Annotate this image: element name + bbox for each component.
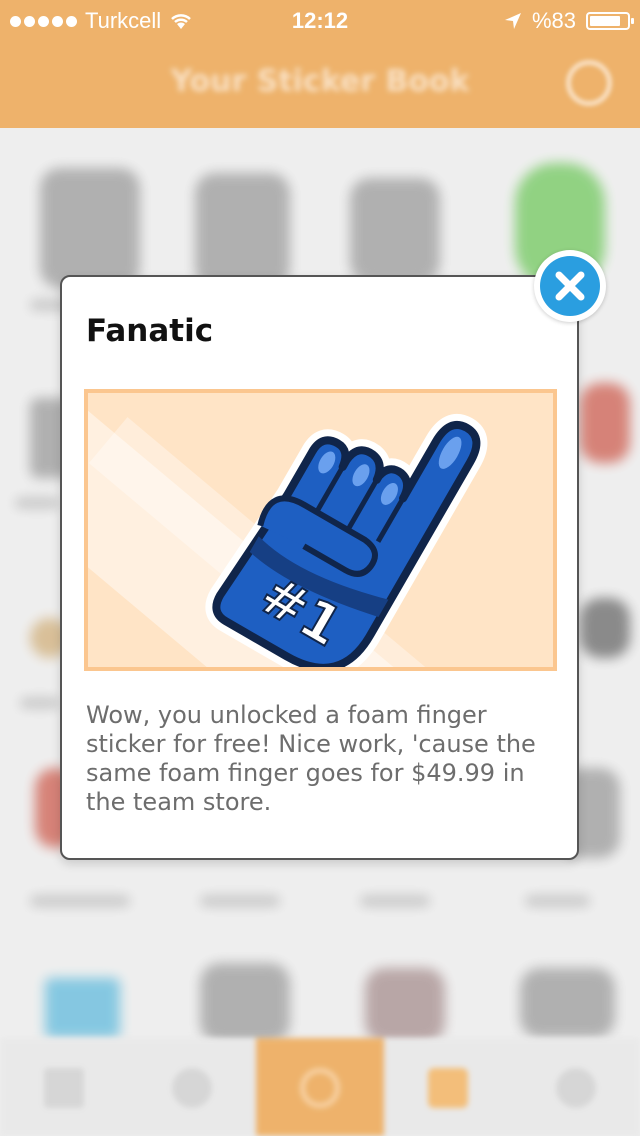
sticker-frame: #1: [84, 389, 557, 671]
close-button[interactable]: [534, 250, 606, 322]
close-icon: [540, 256, 600, 316]
foam-finger-icon: #1: [205, 413, 488, 667]
dialog-description: Wow, you unlocked a foam finger sticker …: [86, 701, 536, 816]
dialog-title: Fanatic: [86, 313, 214, 349]
sticker-unlocked-dialog: Fanatic #1 Wow, you unlocked a foam fing…: [60, 275, 579, 860]
